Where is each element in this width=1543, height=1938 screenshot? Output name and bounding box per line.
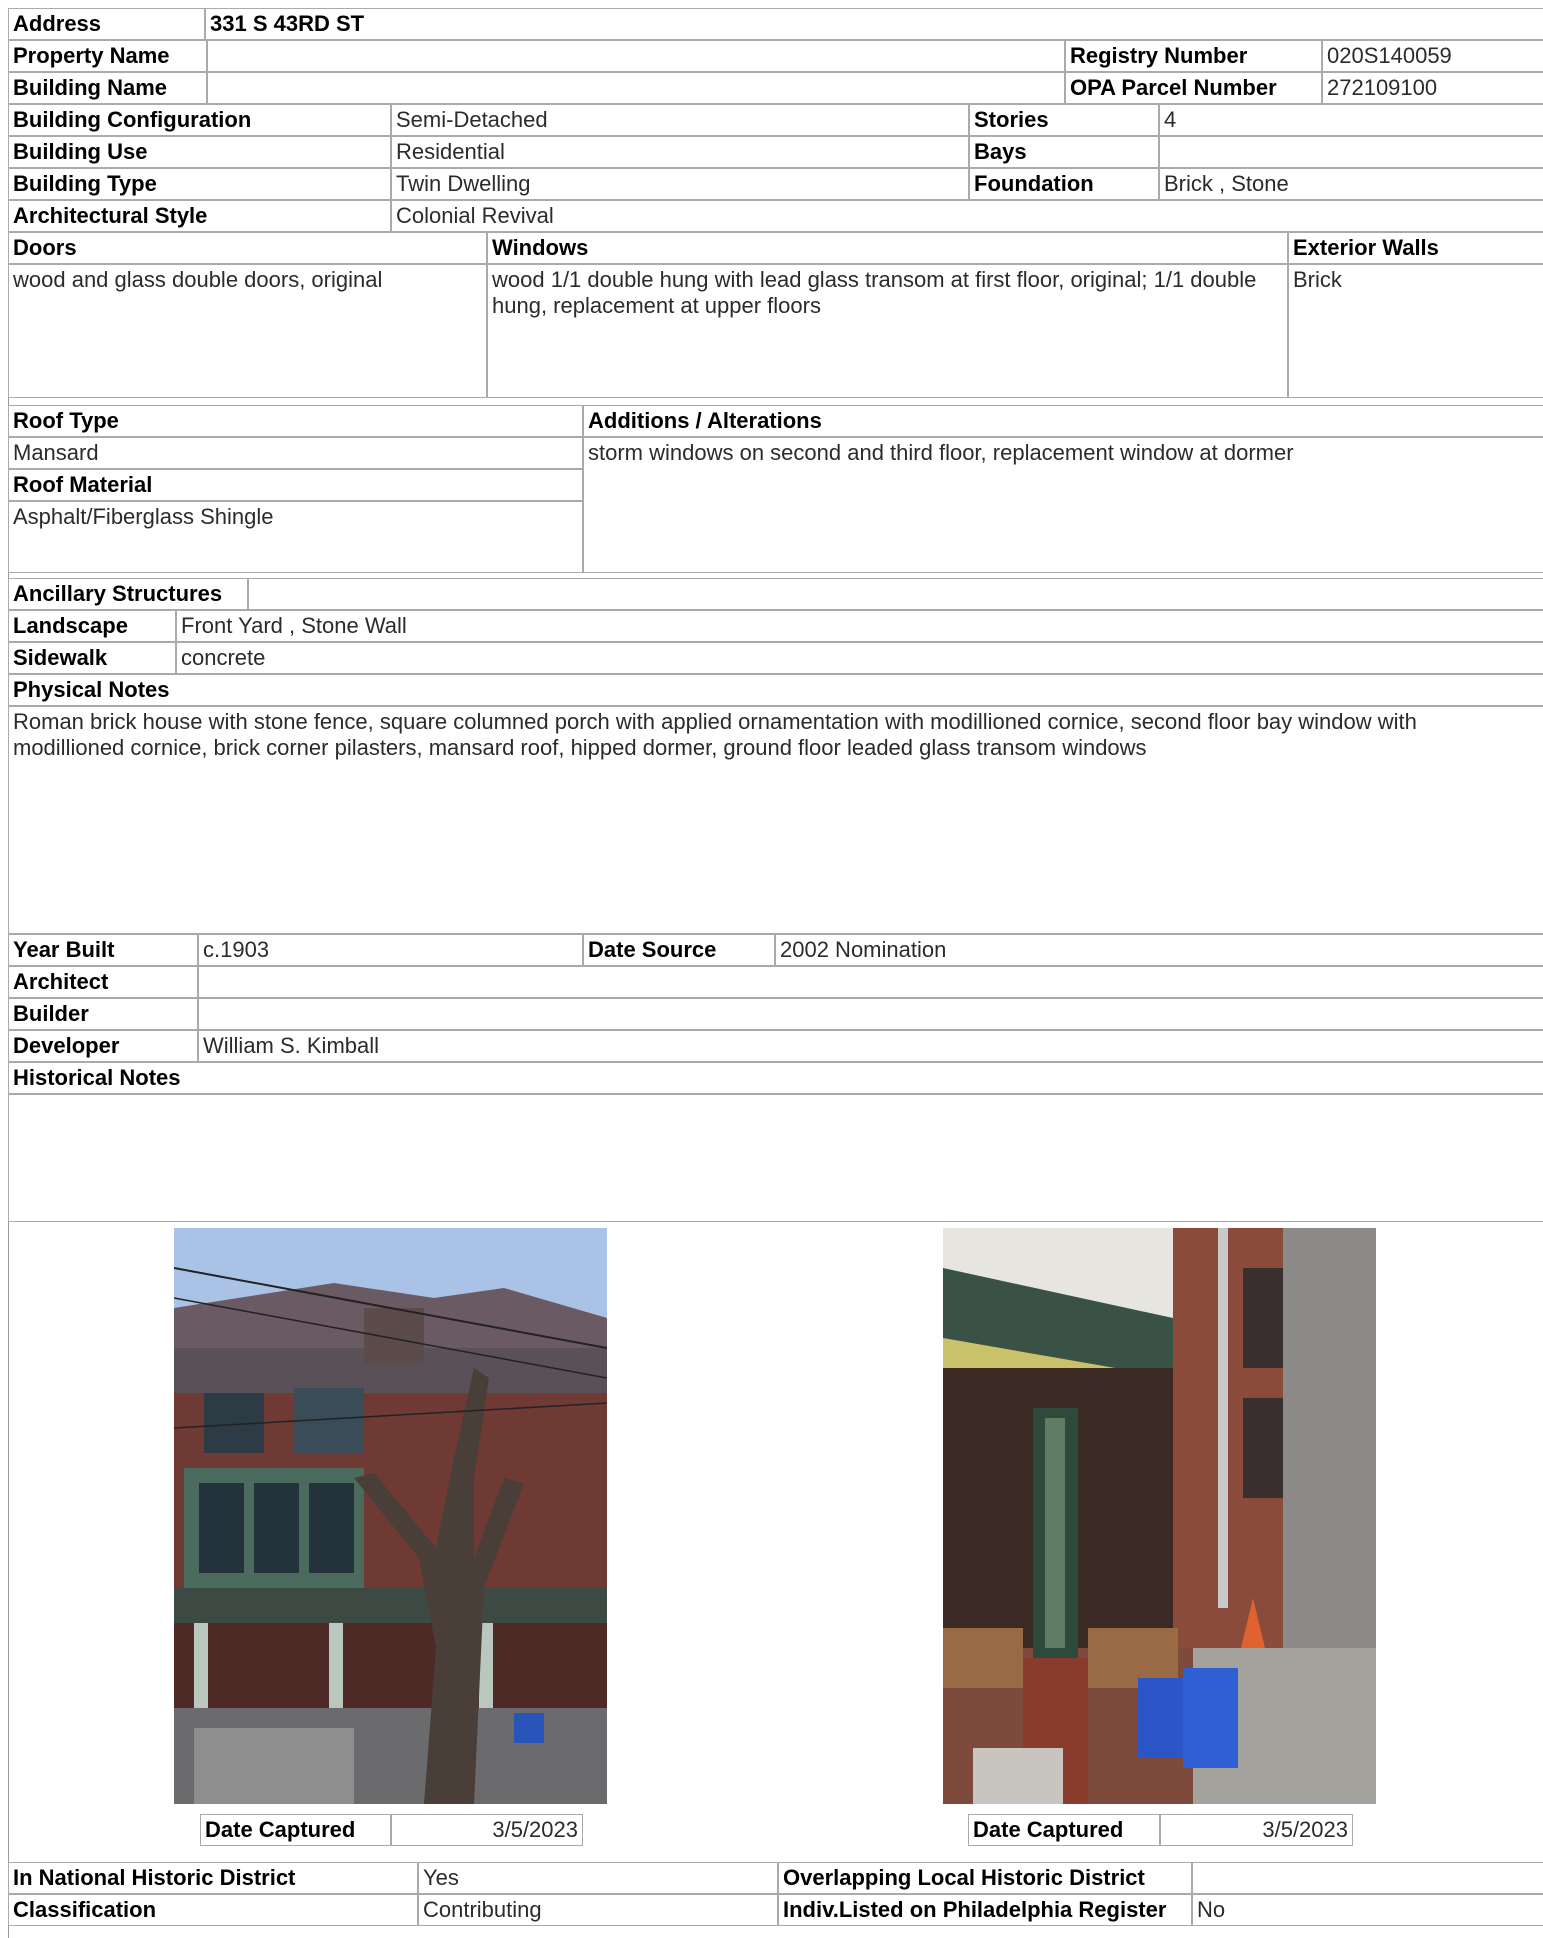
architect-label: Architect	[8, 966, 198, 998]
national-district-value: Yes	[418, 1862, 778, 1894]
roof-material-value: Asphalt/Fiberglass Shingle	[8, 501, 583, 573]
landscape-label: Landscape	[8, 610, 176, 642]
building-configuration-label: Building Configuration	[8, 104, 391, 136]
bays-value	[1159, 136, 1543, 168]
building-photo-porch-image	[943, 1228, 1376, 1804]
registry-number-label: Registry Number	[1065, 40, 1322, 72]
local-district-value	[1192, 1862, 1543, 1894]
landscape-value: Front Yard , Stone Wall	[176, 610, 1543, 642]
stories-value: 4	[1159, 104, 1543, 136]
roof-type-value: Mansard	[8, 437, 583, 469]
historical-notes-label: Historical Notes	[8, 1062, 1543, 1094]
date-captured-value-2: 3/5/2023	[1160, 1814, 1353, 1846]
building-photo-front-image	[174, 1228, 607, 1804]
building-use-label: Building Use	[8, 136, 391, 168]
builder-value	[198, 998, 1543, 1030]
roof-type-label: Roof Type	[8, 405, 583, 437]
opa-parcel-label: OPA Parcel Number	[1065, 72, 1322, 104]
exterior-walls-value: Brick	[1288, 264, 1543, 398]
local-district-label: Overlapping Local Historic District	[778, 1862, 1192, 1894]
indiv-listed-label: Indiv.Listed on Philadelphia Register	[778, 1894, 1192, 1926]
developer-label: Developer	[8, 1030, 198, 1062]
address-value: 331 S 43RD ST	[205, 8, 1543, 40]
building-use-value: Residential	[391, 136, 969, 168]
builder-label: Builder	[8, 998, 198, 1030]
building-configuration-value: Semi-Detached	[391, 104, 969, 136]
architectural-style-label: Architectural Style	[8, 200, 391, 232]
physical-notes-label: Physical Notes	[8, 674, 1543, 706]
year-built-value: c.1903	[198, 934, 583, 966]
address-label: Address	[8, 8, 205, 40]
year-built-label: Year Built	[8, 934, 198, 966]
additions-value: storm windows on second and third floor,…	[583, 437, 1543, 573]
architect-value	[198, 966, 1543, 998]
building-name-value	[207, 72, 1065, 104]
physical-notes-value: Roman brick house with stone fence, squa…	[8, 706, 1543, 934]
bays-label: Bays	[969, 136, 1159, 168]
date-captured-value-1: 3/5/2023	[391, 1814, 583, 1846]
registry-number-value: 020S140059	[1322, 40, 1543, 72]
building-type-value: Twin Dwelling	[391, 168, 969, 200]
sidewalk-value: concrete	[176, 642, 1543, 674]
property-name-label: Property Name	[8, 40, 207, 72]
indiv-listed-value: No	[1192, 1894, 1543, 1926]
exterior-walls-label: Exterior Walls	[1288, 232, 1543, 264]
foundation-value: Brick , Stone	[1159, 168, 1543, 200]
architectural-style-value: Colonial Revival	[391, 200, 1543, 232]
roof-material-label: Roof Material	[8, 469, 583, 501]
classification-value: Contributing	[418, 1894, 778, 1926]
building-photo-porch	[943, 1228, 1376, 1804]
national-district-label: In National Historic District	[8, 1862, 418, 1894]
historical-notes-value	[8, 1094, 1543, 1222]
additions-label: Additions / Alterations	[583, 405, 1543, 437]
developer-value: William S. Kimball	[198, 1030, 1543, 1062]
opa-parcel-value: 272109100	[1322, 72, 1543, 104]
classification-label: Classification	[8, 1894, 418, 1926]
ancillary-structures-value	[248, 578, 1543, 610]
doors-value: wood and glass double doors, original	[8, 264, 487, 398]
stories-label: Stories	[969, 104, 1159, 136]
date-captured-label-1: Date Captured	[200, 1814, 391, 1846]
building-type-label: Building Type	[8, 168, 391, 200]
windows-value: wood 1/1 double hung with lead glass tra…	[487, 264, 1288, 398]
doors-label: Doors	[8, 232, 487, 264]
date-source-value: 2002 Nomination	[775, 934, 1543, 966]
building-name-label: Building Name	[8, 72, 207, 104]
date-source-label: Date Source	[583, 934, 775, 966]
property-name-value	[207, 40, 1065, 72]
date-captured-label-2: Date Captured	[968, 1814, 1160, 1846]
foundation-label: Foundation	[969, 168, 1159, 200]
windows-label: Windows	[487, 232, 1288, 264]
building-photo-front	[174, 1228, 607, 1804]
property-record-form: Address 331 S 43RD ST Property Name Regi…	[0, 0, 1543, 1938]
sidewalk-label: Sidewalk	[8, 642, 176, 674]
ancillary-structures-label: Ancillary Structures	[8, 578, 248, 610]
